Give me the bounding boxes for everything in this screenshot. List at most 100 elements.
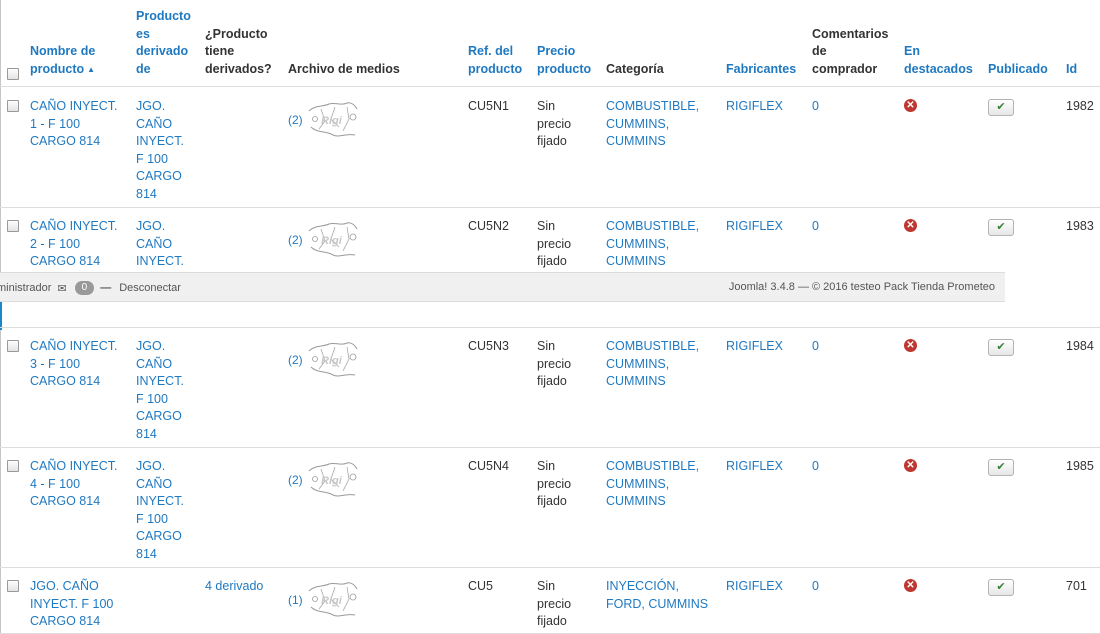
product-thumbnail[interactable]: Rigi [300, 97, 365, 143]
price: Sin precio fijado [537, 578, 599, 631]
name[interactable]: CAÑO INYECT. 1 - F 100 CARGO 814 [30, 98, 130, 151]
x-circle-icon[interactable]: ✕ [904, 219, 917, 232]
rigiflex-logo-icon: Rigi [308, 102, 358, 137]
name-line: 2 - F 100 [30, 236, 81, 251]
select-all-checkbox[interactable] [7, 68, 19, 80]
media-cell[interactable]: (2) Rigi [288, 217, 463, 263]
media-count-link[interactable]: (1) [288, 593, 303, 607]
category[interactable]: COMBUSTIBLE, CUMMINS, CUMMINS [606, 98, 722, 151]
column-header-derived-of-line1: Producto [136, 9, 191, 23]
price-line: precio [537, 116, 572, 131]
messages-count-badge[interactable]: 0 [74, 281, 95, 295]
category-line: COMBUSTIBLE, [606, 339, 700, 353]
column-header-published[interactable]: Publicado [988, 61, 1060, 79]
column-header-id[interactable]: Id [1066, 61, 1100, 79]
derived-of-line: JGO. [136, 99, 166, 113]
svg-text:Rigi: Rigi [321, 235, 343, 247]
media-count-link[interactable]: (2) [288, 473, 303, 487]
category[interactable]: COMBUSTIBLE, CUMMINS, CUMMINS [606, 338, 722, 391]
category[interactable]: COMBUSTIBLE, CUMMINS, CUMMINS [606, 458, 722, 511]
column-header-manufacturers[interactable]: Fabricantes [726, 61, 808, 79]
footer-copyright: Joomla! 3.4.8 — © 2016 testeo Pack Tiend… [728, 281, 995, 293]
x-circle-icon[interactable]: ✕ [904, 579, 917, 592]
check-icon[interactable]: ✔ [988, 339, 1014, 356]
check-icon[interactable]: ✔ [988, 99, 1014, 116]
category-line: CUMMINS, [606, 116, 670, 131]
media-count-link[interactable]: (2) [288, 233, 303, 247]
check-icon[interactable]: ✔ [988, 579, 1014, 596]
row-select-checkbox[interactable] [7, 460, 19, 472]
column-header-name[interactable]: Nombre de producto ▲ [30, 43, 130, 78]
has-derived-link[interactable]: 4 derivado [205, 578, 285, 596]
product-id: 1982 [1066, 99, 1094, 113]
row-select-checkbox[interactable] [7, 220, 19, 232]
name[interactable]: CAÑO INYECT. 3 - F 100 CARGO 814 [30, 338, 130, 391]
x-circle-icon[interactable]: ✕ [904, 99, 917, 112]
table-row: CAÑO INYECT. 2 - F 100 CARGO 814 JGO. CAÑO IN… [0, 208, 1100, 328]
envelope-icon[interactable]: ✉ [57, 282, 66, 295]
column-header-price-line2: producto [537, 61, 592, 76]
column-header-ref[interactable]: Ref. del producto [468, 43, 534, 78]
column-header-price[interactable]: Precio producto [537, 43, 599, 78]
row-select-checkbox[interactable] [7, 340, 19, 352]
derived-of-line: F 100 [136, 511, 168, 526]
name[interactable]: CAÑO INYECT. 2 - F 100 CARGO 814 [30, 218, 130, 271]
name-line: JGO. CAÑO [30, 579, 99, 593]
name[interactable]: JGO. CAÑO INYECT. F 100 CARGO 814 [30, 578, 130, 631]
svg-text:Rigi: Rigi [321, 475, 343, 487]
product-ref: CU5 [468, 579, 494, 593]
x-circle-icon[interactable]: ✕ [904, 339, 917, 352]
column-header-derived-of[interactable]: Producto es derivado de [136, 8, 198, 78]
comments-count-link[interactable]: 0 [812, 578, 900, 596]
column-header-name-text: producto [30, 61, 85, 76]
media-cell[interactable]: (1) Rigi [288, 577, 463, 623]
comments-count-link[interactable]: 0 [812, 218, 900, 236]
comments-count-link[interactable]: 0 [812, 458, 900, 476]
check-icon[interactable]: ✔ [988, 459, 1014, 476]
row-select-checkbox[interactable] [7, 580, 19, 592]
price-line: Sin [537, 99, 556, 113]
product-thumbnail[interactable]: Rigi [300, 337, 365, 383]
derived-of[interactable]: JGO. CAÑO INYECT. F 100 CARGO 814 [136, 338, 198, 443]
manufacturer-link[interactable]: RIGIFLEX [726, 458, 808, 476]
media-cell[interactable]: (2) Rigi [288, 457, 463, 503]
category[interactable]: COMBUSTIBLE, CUMMINS, CUMMINS [606, 218, 722, 271]
manufacturer-link[interactable]: RIGIFLEX [726, 578, 808, 596]
price-line: fijado [537, 374, 567, 388]
column-header-has-derived: ¿Producto tiene derivados? [205, 26, 285, 79]
media-cell[interactable]: (2) Rigi [288, 97, 463, 143]
column-header-featured[interactable]: En destacados [904, 43, 984, 78]
derived-of[interactable]: JGO. CAÑO INYECT. F 100 CARGO 814 [136, 98, 198, 203]
logout-link[interactable]: Desconectar [119, 282, 181, 294]
rigiflex-logo-icon: Rigi [308, 342, 358, 377]
derived-of[interactable]: JGO. CAÑO INYECT. F 100 CARGO 814 [136, 458, 198, 563]
media-count-link[interactable]: (2) [288, 113, 303, 127]
media-cell[interactable]: (2) Rigi [288, 337, 463, 383]
manufacturer-link[interactable]: RIGIFLEX [726, 338, 808, 356]
table-row: CAÑO INYECT. 1 - F 100 CARGO 814 JGO. CAÑO IN… [0, 88, 1100, 208]
manufacturer-link[interactable]: RIGIFLEX [726, 218, 808, 236]
svg-text:Rigi: Rigi [321, 115, 343, 127]
product-thumbnail[interactable]: Rigi [300, 457, 365, 503]
check-icon[interactable]: ✔ [988, 219, 1014, 236]
media-count-link[interactable]: (2) [288, 353, 303, 367]
x-circle-icon[interactable]: ✕ [904, 459, 917, 472]
comments-count-link[interactable]: 0 [812, 98, 900, 116]
user-name-link[interactable]: ministrador [0, 282, 51, 294]
price-line: fijado [537, 254, 567, 268]
price-line: Sin [537, 459, 556, 473]
derived-of-line: CARGO [136, 409, 182, 423]
category[interactable]: INYECCIÓN, FORD, CUMMINS [606, 578, 722, 613]
derived-of-line: CAÑO [136, 476, 173, 491]
manufacturer-link[interactable]: RIGIFLEX [726, 98, 808, 116]
name[interactable]: CAÑO INYECT. 4 - F 100 CARGO 814 [30, 458, 130, 511]
column-header-featured-line2: destacados [904, 61, 973, 76]
column-header-has-derived-line1: ¿Producto [205, 26, 268, 41]
column-header-derived-of-line3: derivado [136, 44, 189, 58]
product-thumbnail[interactable]: Rigi [300, 577, 365, 623]
product-thumbnail[interactable]: Rigi [300, 217, 365, 263]
svg-text:Rigi: Rigi [321, 595, 343, 607]
comments-count-link[interactable]: 0 [812, 338, 900, 356]
rigiflex-logo-icon: Rigi [308, 222, 358, 257]
row-select-checkbox[interactable] [7, 100, 19, 112]
